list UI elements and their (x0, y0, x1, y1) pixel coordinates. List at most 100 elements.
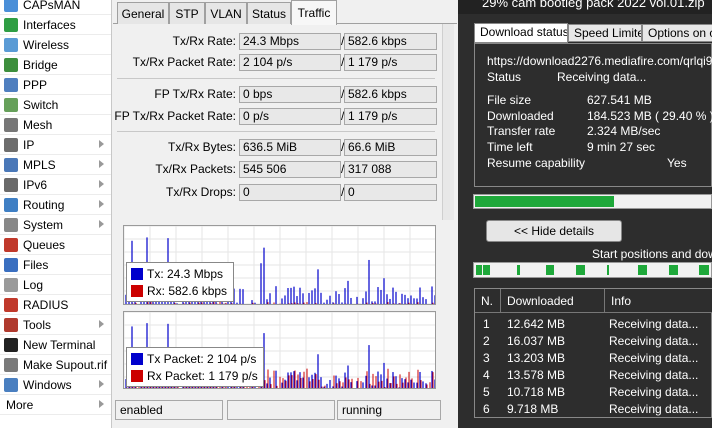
sidebar-item-system[interactable]: System (0, 215, 111, 235)
submenu-arrow-icon (99, 200, 104, 208)
tab-traffic[interactable]: Traffic (291, 0, 337, 25)
routing-icon (4, 197, 18, 212)
packet-graph: Tx Packet: 2 104 p/s Rx Packet: 1 179 p/… (123, 311, 436, 389)
status-label: Status (487, 70, 522, 84)
sidebar-item-mpls[interactable]: MPLS (0, 155, 111, 175)
ppp-icon (4, 77, 18, 92)
tab-download-status[interactable]: Download status (474, 23, 568, 43)
connection-number: 4 (483, 368, 490, 382)
sidebar-item-windows[interactable]: Windows (0, 375, 111, 395)
connection-number: 3 (483, 351, 490, 365)
segment-progress-bar (473, 262, 712, 278)
status-value: Receiving data... (557, 70, 647, 84)
interface-window: General STP VLAN Status Traffic Tx/Rx Ra… (113, 0, 457, 428)
sidebar-item-new-terminal[interactable]: New Terminal (0, 335, 111, 355)
sidebar-item-label: New Terminal (23, 337, 96, 352)
rx-value-field: 0 (344, 184, 437, 201)
rx-value-field: 1 179 p/s (344, 108, 437, 125)
submenu-arrow-icon (99, 180, 104, 188)
connection-info: Receiving data... (609, 334, 699, 348)
connection-number: 5 (483, 385, 490, 399)
sidebar-item-queues[interactable]: Queues (0, 235, 111, 255)
tab-vlan[interactable]: VLAN (205, 2, 247, 24)
sidebar-item-label: IP (23, 137, 35, 152)
sidebar-item-label: MPLS (23, 157, 56, 172)
vertical-scrollbar[interactable] (442, 24, 454, 220)
sidebar-item-make-supout-rif[interactable]: Make Supout.rif (0, 355, 111, 375)
time-left-label: Time left (487, 140, 533, 154)
time-left-value: 9 min 27 sec (587, 140, 656, 154)
sidebar-item-label: Log (23, 277, 44, 292)
sidebar-item-tools[interactable]: Tools (0, 315, 111, 335)
col-number-header: N. (475, 289, 501, 313)
sidebar-item-label: Routing (23, 197, 65, 212)
submenu-arrow-icon (99, 320, 104, 328)
submenu-arrow-icon (99, 160, 104, 168)
connection-downloaded: 13.203 MB (507, 351, 566, 365)
tab-speed-limiter[interactable]: Speed Limiter (568, 24, 642, 42)
download-progress-bar (473, 194, 712, 209)
sidebar-item-ppp[interactable]: PPP (0, 75, 111, 95)
bridge-icon (4, 57, 18, 72)
sidebar-item-label: More (6, 397, 34, 412)
capsman-icon (4, 0, 18, 12)
connection-info: Receiving data... (609, 385, 699, 399)
connection-downloaded: 9.718 MB (507, 402, 559, 416)
sidebar-item-wireless[interactable]: Wireless (0, 35, 111, 55)
hide-details-button[interactable]: << Hide details (486, 220, 622, 242)
windows-icon (4, 377, 18, 392)
sidebar-item-mesh[interactable]: Mesh (0, 115, 111, 135)
sidebar-item-label: Switch (23, 97, 59, 112)
ipv6-icon (4, 177, 18, 192)
tx-value-field: 0 p/s (239, 108, 341, 125)
sidebar-item-radius[interactable]: RADIUS (0, 295, 111, 315)
interfaces-icon (4, 17, 18, 32)
tab-status[interactable]: Status (247, 2, 291, 24)
sidebar-item-label: Files (23, 257, 49, 272)
wireless-icon (4, 37, 18, 52)
tab-options[interactable]: Options on co (642, 24, 712, 42)
traffic-row-label: Tx/Rx Packets: (155, 162, 236, 176)
sidebar-item-interfaces[interactable]: Interfaces (0, 15, 111, 35)
packet-graph-legend: Tx Packet: 2 104 p/s Rx Packet: 1 179 p/… (126, 347, 264, 387)
sidebar-item-files[interactable]: Files (0, 255, 111, 275)
segment-mark (699, 265, 709, 275)
sidebar-item-capsman[interactable]: CAPsMAN (0, 0, 111, 15)
sidebar-item-ip[interactable]: IP (0, 135, 111, 155)
sidebar-item-label: System (23, 217, 64, 232)
supout-icon (4, 357, 18, 372)
traffic-row-label: FP Tx/Rx Rate: (154, 87, 236, 101)
submenu-arrow-icon (99, 380, 104, 388)
sidebar-item-ipv6[interactable]: IPv6 (0, 175, 111, 195)
status-running: running (337, 400, 441, 420)
connection-info: Receiving data... (609, 368, 699, 382)
connection-downloaded: 16.037 MB (507, 334, 566, 348)
tab-stp[interactable]: STP (169, 2, 205, 24)
connection-info: Receiving data... (609, 317, 699, 331)
file-size-value: 627.541 MB (587, 93, 652, 107)
sidebar-item-bridge[interactable]: Bridge (0, 55, 111, 75)
segment-mark (546, 265, 554, 275)
sidebar-item-more[interactable]: More (0, 395, 111, 415)
sidebar-item-switch[interactable]: Switch (0, 95, 111, 115)
rx-swatch (131, 284, 143, 297)
traffic-row-label: Tx/Rx Packet Rate: (132, 55, 236, 69)
sidebar-item-log[interactable]: Log (0, 275, 111, 295)
col-info-header: Info (605, 289, 712, 313)
rate-graph: Tx: 24.3 Mbps Rx: 582.6 kbps (123, 225, 436, 305)
status-enabled: enabled (115, 400, 223, 420)
sidebar-item-label: Mesh (23, 117, 53, 132)
rx-legend-label: Rx: 582.6 kbps (147, 283, 228, 298)
connection-number: 2 (483, 334, 490, 348)
traffic-row-label: FP Tx/Rx Packet Rate: (114, 109, 236, 123)
tx-value-field: 636.5 MiB (239, 139, 341, 156)
segment-mark (638, 265, 647, 275)
traffic-row-label: Tx/Rx Bytes: (167, 140, 236, 154)
sidebar-item-label: CAPsMAN (23, 0, 81, 12)
resume-value: Yes (667, 156, 687, 170)
mpls-icon (4, 157, 18, 172)
sidebar-item-routing[interactable]: Routing (0, 195, 111, 215)
tab-general[interactable]: General (117, 2, 169, 24)
tx-value-field: 545 506 (239, 161, 341, 178)
rate-graph-legend: Tx: 24.3 Mbps Rx: 582.6 kbps (126, 262, 234, 302)
